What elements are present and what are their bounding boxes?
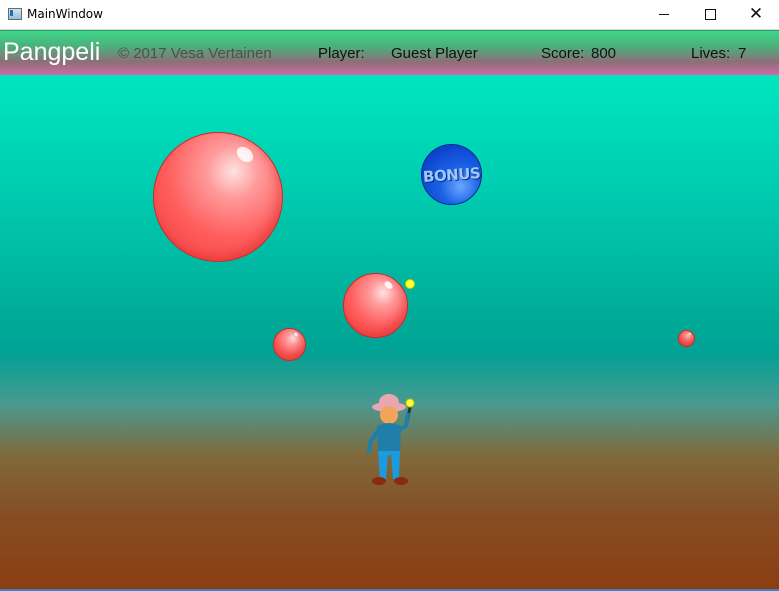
minimize-button[interactable] <box>641 0 687 29</box>
window-titlebar: MainWindow ✕ <box>0 0 779 30</box>
close-icon: ✕ <box>748 4 764 24</box>
game-title: Pangpeli <box>3 38 101 66</box>
player-character <box>367 394 415 485</box>
game-header: Pangpeli © 2017 Vesa Vertainen Player: G… <box>0 30 779 76</box>
lives-label: Lives: <box>691 45 731 62</box>
large-bubble <box>153 132 283 262</box>
tiny-bubble <box>678 330 695 347</box>
shot-spark <box>405 279 415 289</box>
player-label: Player: <box>318 45 365 62</box>
app-window-icon <box>8 8 22 20</box>
window-title: MainWindow <box>27 7 103 21</box>
small-bubble <box>273 328 306 361</box>
bonus-bubble: BONUS <box>421 144 482 205</box>
score-value: 800 <box>591 45 617 62</box>
maximize-icon <box>704 9 716 20</box>
player-name: Guest Player <box>391 45 478 62</box>
maximize-button[interactable] <box>687 0 733 29</box>
copyright-text: © 2017 Vesa Vertainen <box>118 45 272 62</box>
lives-value: 7 <box>738 45 747 62</box>
minimize-icon <box>659 14 669 15</box>
game-stage[interactable]: BONUS <box>0 75 779 589</box>
bonus-label: BONUS <box>422 163 481 186</box>
medium-bubble <box>343 273 408 338</box>
score-label: Score: <box>541 45 585 62</box>
close-button[interactable]: ✕ <box>733 0 779 29</box>
